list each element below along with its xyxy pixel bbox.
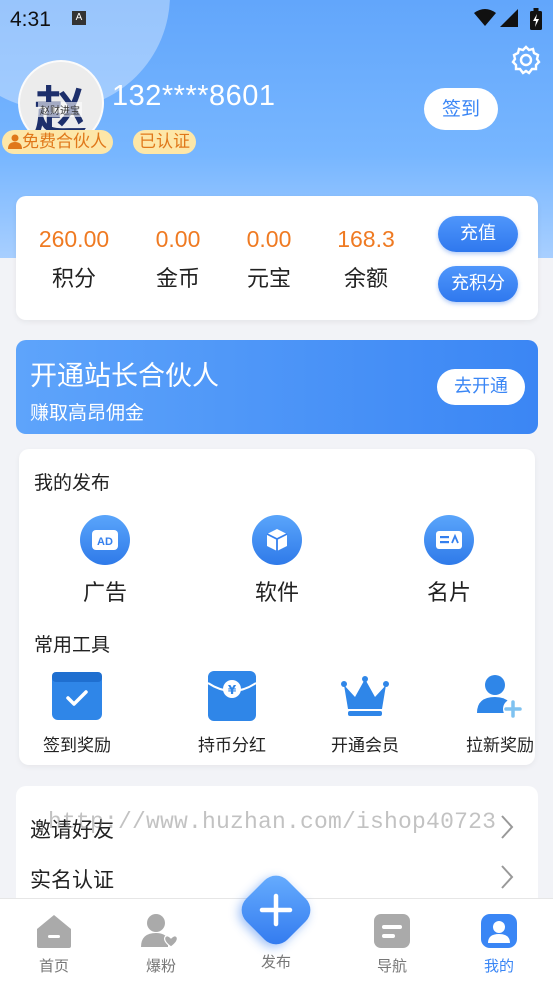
tool-open-membership[interactable]: 开通会员 xyxy=(310,671,420,756)
signal-icon xyxy=(500,9,518,27)
home-icon xyxy=(14,911,94,951)
tab-label: 首页 xyxy=(38,957,69,975)
crown-icon xyxy=(310,671,420,721)
promo-title: 开通站长合伙人 xyxy=(30,361,219,392)
features-panel: 我的发布 AD 广告 软件 名片 常用工具 签到奖励 ¥ 持币分红 开通会员 拉… xyxy=(19,449,535,765)
publish-card-label: 名片 xyxy=(426,581,471,606)
verified-badge: 已认证 xyxy=(133,130,196,154)
publish-software-label: 软件 xyxy=(254,581,299,606)
tool-signin-reward[interactable]: 签到奖励 xyxy=(22,671,132,756)
battery-icon xyxy=(530,8,542,30)
partner-promo-banner[interactable]: 开通站长合伙人 赚取高昂佣金 去开通 xyxy=(16,340,538,434)
svg-text:AD: AD xyxy=(97,536,113,548)
svg-text:¥: ¥ xyxy=(228,683,237,697)
wallet-card: 260.00 积分 0.00 金币 0.00 元宝 168.3 余额 充值 充积… xyxy=(16,196,538,320)
tool-referral-reward[interactable]: 拉新奖励 xyxy=(445,671,553,756)
partner-badge-label: 免费合伙人 xyxy=(22,132,107,152)
partner-badge: 免费合伙人 xyxy=(2,130,113,154)
box-icon xyxy=(252,515,302,565)
wifi-icon xyxy=(474,9,496,26)
stat-label: 金币 xyxy=(155,267,200,292)
watermark-text: http://www.huzhan.com/ishop40723 xyxy=(48,809,497,835)
stat-points[interactable]: 260.00 积分 xyxy=(32,226,116,293)
tab-fans[interactable]: 爆粉 xyxy=(121,911,201,976)
tab-mine[interactable]: 我的 xyxy=(459,911,539,976)
chevron-right-icon xyxy=(501,815,514,839)
recharge-button[interactable]: 充值 xyxy=(438,216,518,252)
tool-coin-dividend[interactable]: ¥ 持币分红 xyxy=(177,671,287,756)
promo-subtitle: 赚取高昂佣金 xyxy=(30,402,145,424)
tab-publish-label: 发布 xyxy=(260,953,291,971)
settings-gear-icon[interactable] xyxy=(510,44,542,76)
recharge-points-button[interactable]: 充积分 xyxy=(438,266,518,302)
tool-label: 拉新奖励 xyxy=(466,736,534,756)
card-icon xyxy=(424,515,474,565)
status-bar: 4:31 A xyxy=(0,0,553,40)
my-publish-heading: 我的发布 xyxy=(34,472,111,494)
nav-icon xyxy=(352,911,432,951)
stat-value: 168.3 xyxy=(337,226,395,252)
tool-label: 持币分红 xyxy=(198,736,266,756)
profile-icon xyxy=(459,911,539,951)
stat-coins[interactable]: 0.00 金币 xyxy=(144,226,212,293)
tab-label: 爆粉 xyxy=(145,957,176,975)
open-partner-button[interactable]: 去开通 xyxy=(437,369,525,405)
tab-navigation[interactable]: 导航 xyxy=(352,911,432,976)
stat-ingots[interactable]: 0.00 元宝 xyxy=(235,226,303,293)
status-time: 4:31 xyxy=(10,8,51,31)
publish-fab[interactable] xyxy=(234,868,318,952)
tab-label: 导航 xyxy=(376,957,407,975)
publish-ad-label: 广告 xyxy=(82,581,127,606)
stat-label: 元宝 xyxy=(246,267,291,292)
tab-label: 我的 xyxy=(483,957,514,975)
stat-balance[interactable]: 168.3 余额 xyxy=(328,226,404,293)
publish-card[interactable]: 名片 xyxy=(399,515,499,607)
add-user-icon xyxy=(445,671,553,721)
phone-number: 132****8601 xyxy=(112,80,276,112)
person-icon xyxy=(8,134,22,149)
tab-home[interactable]: 首页 xyxy=(14,911,94,976)
stat-value: 0.00 xyxy=(246,226,292,252)
notification-a-icon: A xyxy=(72,11,86,25)
envelope-yen-icon: ¥ xyxy=(177,671,287,721)
stat-value: 0.00 xyxy=(155,226,201,252)
signin-button[interactable]: 签到 xyxy=(424,88,498,130)
plus-icon xyxy=(259,893,293,927)
publish-software[interactable]: 软件 xyxy=(227,515,327,607)
tool-label: 签到奖励 xyxy=(43,736,111,756)
avatar-subtext: 赵财进宝 xyxy=(38,102,82,117)
tool-label: 开通会员 xyxy=(331,736,399,756)
stat-label: 余额 xyxy=(343,267,388,292)
tools-heading: 常用工具 xyxy=(34,634,111,656)
list-item-verify[interactable]: 实名认证 xyxy=(30,864,114,894)
ad-icon: AD xyxy=(80,515,130,565)
chevron-right-icon xyxy=(501,865,514,889)
calendar-check-icon xyxy=(22,671,132,721)
stat-value: 260.00 xyxy=(38,226,110,252)
user-heart-icon xyxy=(121,911,201,951)
stat-label: 积分 xyxy=(51,267,96,292)
publish-ad[interactable]: AD 广告 xyxy=(55,515,155,607)
